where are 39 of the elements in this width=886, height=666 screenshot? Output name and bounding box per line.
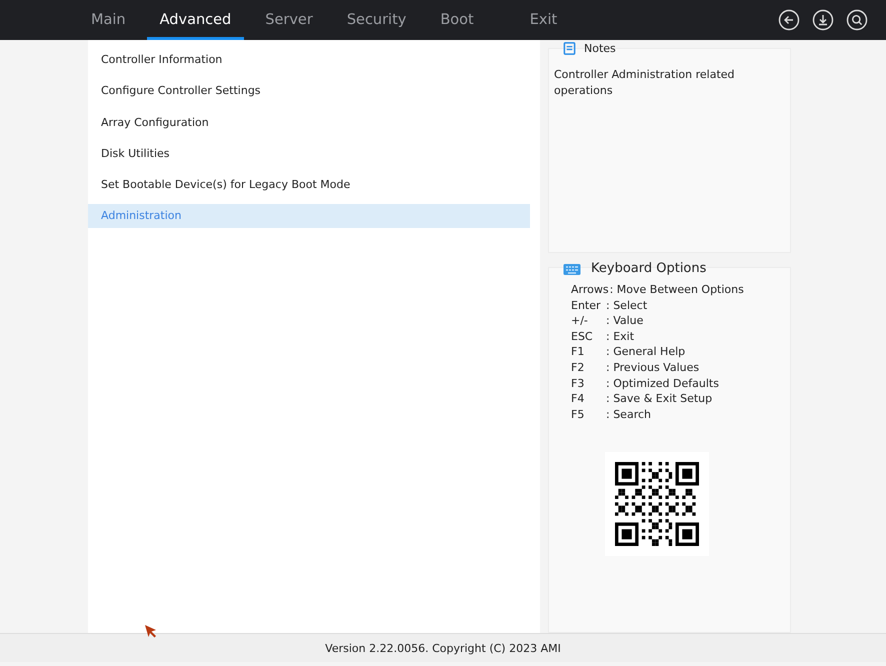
key-label: F4 bbox=[571, 391, 586, 407]
key-action: : Previous Values bbox=[606, 360, 700, 374]
keyboard-options-title: Keyboard Options bbox=[591, 261, 706, 276]
back-icon[interactable] bbox=[778, 9, 800, 31]
menu-tab[interactable]: Exit bbox=[516, 0, 570, 40]
notes-text: Controller Administration related operations bbox=[553, 67, 736, 99]
key-action: : Save & Exit Setup bbox=[606, 392, 712, 406]
download-icon[interactable] bbox=[812, 9, 834, 31]
menu-item[interactable]: Configure Controller Settings bbox=[88, 79, 530, 104]
key-label: F1 bbox=[571, 344, 586, 360]
version-text: Version 2.22.0056. Copyright (C) 2023 AMI bbox=[325, 642, 561, 654]
menu-item[interactable]: Set Bootable Device(s) for Legacy Boot Mode bbox=[88, 173, 530, 198]
key-label: Enter bbox=[571, 298, 602, 314]
key-action: : General Help bbox=[606, 345, 686, 358]
key-label: F5 bbox=[571, 406, 586, 422]
key-label: F3 bbox=[571, 376, 586, 392]
note-icon bbox=[563, 42, 576, 55]
menu-tab[interactable]: Boot bbox=[427, 0, 487, 40]
key-action: : Search bbox=[606, 408, 651, 421]
menu-item[interactable]: Disk Utilities bbox=[88, 142, 530, 166]
key-action: : Select bbox=[606, 298, 648, 312]
key-label: ESC bbox=[571, 328, 594, 344]
key-action: : Value bbox=[606, 314, 644, 328]
menu-tab[interactable]: Server bbox=[252, 0, 326, 40]
key-action: : Move Between Options bbox=[610, 283, 744, 296]
menu-tab[interactable]: Security bbox=[334, 0, 420, 40]
key-label: F2 bbox=[571, 360, 586, 376]
key-label: Arrows bbox=[571, 282, 609, 298]
mouse-pointer-icon bbox=[144, 624, 158, 638]
menu-tab[interactable]: Main bbox=[78, 0, 139, 40]
menu-item[interactable]: Array Configuration bbox=[88, 110, 530, 135]
qr-code-icon bbox=[615, 462, 699, 546]
key-action: : Optimized Defaults bbox=[606, 376, 719, 390]
search-icon[interactable] bbox=[846, 9, 868, 31]
notes-title: Notes bbox=[584, 42, 616, 55]
keyboard-icon bbox=[563, 262, 581, 276]
key-label: +/- bbox=[571, 313, 589, 329]
menu-item[interactable]: Controller Information bbox=[88, 48, 530, 72]
key-action: : Exit bbox=[606, 330, 634, 343]
